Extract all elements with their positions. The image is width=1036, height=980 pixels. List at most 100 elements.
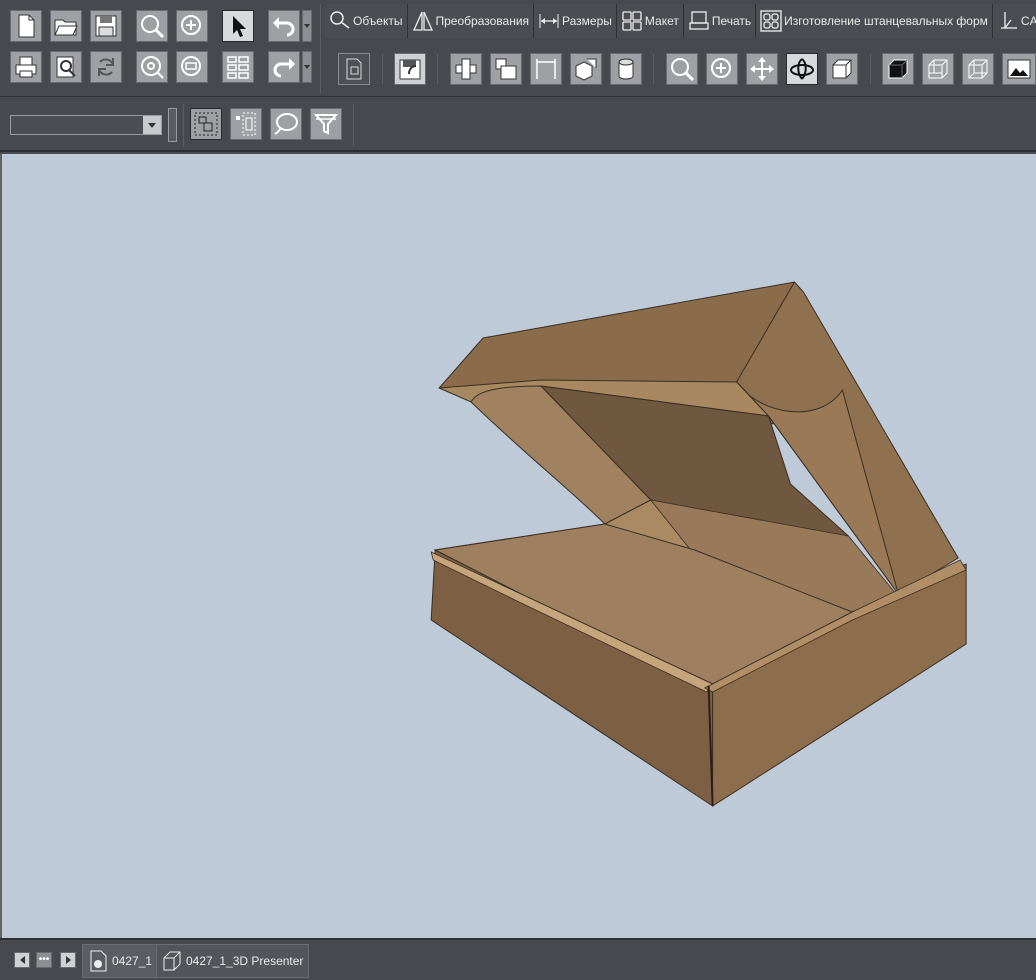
cardboard-box-3d-model[interactable] [2, 154, 1036, 938]
new-document-button[interactable] [10, 10, 42, 42]
cylinder-button[interactable] [610, 53, 642, 85]
chevron-down-icon[interactable] [143, 116, 161, 134]
view-zoom-in-button[interactable] [706, 53, 738, 85]
ghost-cube-icon [928, 59, 948, 79]
redo-dropdown[interactable] [302, 51, 312, 83]
print-tab-icon [689, 11, 709, 30]
undo-icon [273, 17, 295, 37]
transform-icon [412, 11, 433, 31]
view-zoom-in-icon [711, 58, 731, 78]
toolbar-separator [353, 104, 354, 146]
refresh-button[interactable] [90, 51, 122, 83]
tab-cam-label: CAM [1020, 14, 1036, 28]
filter-button[interactable] [310, 108, 342, 140]
3d-viewport[interactable] [0, 154, 1036, 938]
render-image-icon [1007, 59, 1031, 79]
lasso-button[interactable] [270, 108, 302, 140]
save-button[interactable] [90, 10, 122, 42]
orbit-rotate-icon [790, 58, 814, 80]
tab-dimensions[interactable]: Размеры [534, 4, 617, 38]
dimension-box-icon [536, 59, 556, 79]
print-preview-button[interactable] [50, 51, 82, 83]
ghost-cube-button[interactable] [922, 53, 954, 85]
layout-box-button[interactable] [490, 53, 522, 85]
select-dashed-button[interactable] [230, 108, 262, 140]
tab-scroll-right-button[interactable] [60, 952, 76, 968]
document-2d-icon [90, 950, 107, 972]
print-preview-icon [56, 56, 76, 78]
view-zoom-button[interactable] [666, 53, 698, 85]
select-tool-button[interactable] [222, 10, 254, 42]
tab-document-2d[interactable]: 0427_1 [82, 944, 159, 978]
fold-box-button[interactable] [450, 53, 482, 85]
open-button[interactable] [50, 10, 82, 42]
select-layers-icon [194, 112, 218, 136]
refresh-icon [98, 58, 114, 76]
cam-icon [1000, 12, 1017, 29]
redo-button[interactable] [268, 51, 300, 83]
document-tabbar: ••• 0427_1 0427_1_3D Presenter [0, 938, 1036, 980]
save-as-button[interactable] [394, 53, 426, 85]
toolbar-separator [320, 4, 321, 94]
select-dashed-icon [236, 112, 256, 136]
layout-box-icon [495, 58, 517, 80]
export-document-icon [346, 58, 362, 80]
toolbar-separator [183, 104, 184, 146]
layers-button[interactable] [222, 51, 254, 83]
wireframe-cube-icon [968, 59, 988, 79]
zoom-in-button[interactable] [176, 10, 208, 42]
tab-layout-label: Макет [644, 14, 679, 28]
zoom-out-button[interactable] [176, 51, 208, 83]
redo-icon [273, 58, 295, 78]
tab-objects[interactable]: Объекты [325, 4, 408, 38]
die-making-icon [760, 10, 782, 32]
ribbon-separator [437, 54, 438, 84]
select-layers-button[interactable] [190, 108, 222, 140]
lasso-icon [274, 113, 298, 135]
zoom-icon [141, 15, 165, 39]
tab-die-making[interactable]: Изготовление штанцевальных форм [756, 4, 993, 38]
print-button[interactable] [10, 51, 42, 83]
render-image-button[interactable] [1002, 53, 1036, 85]
main-toolbar: Объекты Преобразования Размеры Макет Печ… [0, 0, 1036, 97]
selection-combo[interactable] [10, 115, 162, 135]
fold-box-icon [455, 58, 477, 80]
wireframe-cube-button[interactable] [962, 53, 994, 85]
orbit-rotate-button[interactable] [786, 53, 818, 85]
undo-button[interactable] [268, 10, 300, 42]
pan-move-icon [750, 57, 774, 81]
tab-document-3d[interactable]: 0427_1_3D Presenter [156, 944, 310, 978]
tab-list-button[interactable]: ••• [36, 952, 52, 968]
solid-cube-button[interactable] [882, 53, 914, 85]
narrow-input-field[interactable] [168, 108, 177, 142]
tab-dimensions-label: Размеры [562, 14, 612, 28]
combo-value [11, 116, 143, 134]
pan-move-button[interactable] [746, 53, 778, 85]
tab-print[interactable]: Печать [683, 4, 757, 38]
cube-outline-icon [832, 59, 852, 79]
tab-cam[interactable]: CAM [992, 4, 1036, 38]
tab-transformations[interactable]: Преобразования [407, 4, 535, 38]
cylinder-icon [618, 58, 634, 80]
print-icon [15, 56, 37, 78]
dimension-box-button[interactable] [530, 53, 562, 85]
layers-grid-icon [227, 56, 249, 79]
undo-dropdown[interactable] [302, 10, 312, 42]
export-document-button[interactable] [338, 53, 370, 85]
save-as-icon [399, 59, 421, 80]
zoom-button[interactable] [136, 10, 168, 42]
dimensions-icon [539, 14, 559, 28]
layout-icon [622, 11, 642, 31]
tab-layout[interactable]: Макет [616, 4, 684, 38]
cube-outline-button[interactable] [826, 53, 858, 85]
app-window: Объекты Преобразования Размеры Макет Печ… [0, 0, 1036, 980]
zoom-fit-button[interactable] [136, 51, 168, 83]
zoom-out-icon [181, 56, 201, 76]
ribbon-separator [870, 54, 871, 84]
tab-scroll-left-button[interactable] [14, 952, 30, 968]
open-folder-icon [54, 19, 78, 36]
new-document-icon [18, 14, 35, 38]
ribbon-separator [653, 54, 654, 84]
cube-transform-button[interactable] [570, 53, 602, 85]
cube-transform-icon [575, 58, 597, 81]
